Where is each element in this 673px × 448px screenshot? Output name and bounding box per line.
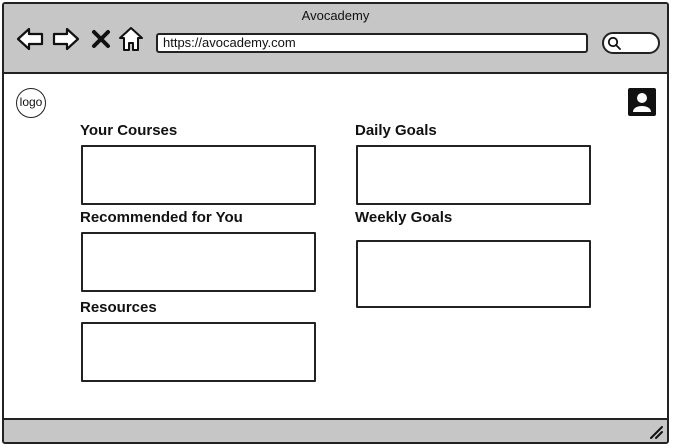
resources-panel[interactable] (81, 322, 316, 382)
stop-button[interactable] (90, 26, 112, 52)
page-content: logo Your Courses Recommended for You Re… (4, 74, 667, 420)
section-title-resources: Resources (80, 299, 157, 316)
recommended-panel[interactable] (81, 232, 316, 292)
forward-button[interactable] (52, 26, 80, 52)
section-title-recommended: Recommended for You (80, 209, 243, 226)
your-courses-panel[interactable] (81, 145, 316, 205)
browser-window: Avocademy https://avocademy.com logo You… (2, 2, 669, 444)
section-title-weekly-goals: Weekly Goals (355, 209, 453, 226)
resize-grip-icon[interactable] (649, 425, 663, 439)
arrow-right-icon (52, 27, 80, 51)
home-icon (119, 27, 143, 51)
section-title-daily-goals: Daily Goals (355, 122, 437, 139)
weekly-goals-panel[interactable] (356, 240, 591, 308)
home-button[interactable] (118, 26, 144, 52)
profile-button[interactable] (628, 88, 656, 116)
status-bar (4, 418, 667, 442)
window-title: Avocademy (301, 8, 370, 23)
url-input[interactable]: https://avocademy.com (156, 33, 588, 53)
arrow-left-icon (16, 27, 44, 51)
user-icon (633, 93, 651, 112)
browser-toolbar: Avocademy https://avocademy.com (4, 4, 667, 74)
search-icon (607, 36, 621, 50)
close-icon (92, 30, 110, 48)
back-button[interactable] (16, 26, 44, 52)
daily-goals-panel[interactable] (356, 145, 591, 205)
logo[interactable]: logo (16, 88, 46, 118)
search-field[interactable] (602, 32, 660, 54)
section-title-your-courses: Your Courses (80, 122, 178, 139)
